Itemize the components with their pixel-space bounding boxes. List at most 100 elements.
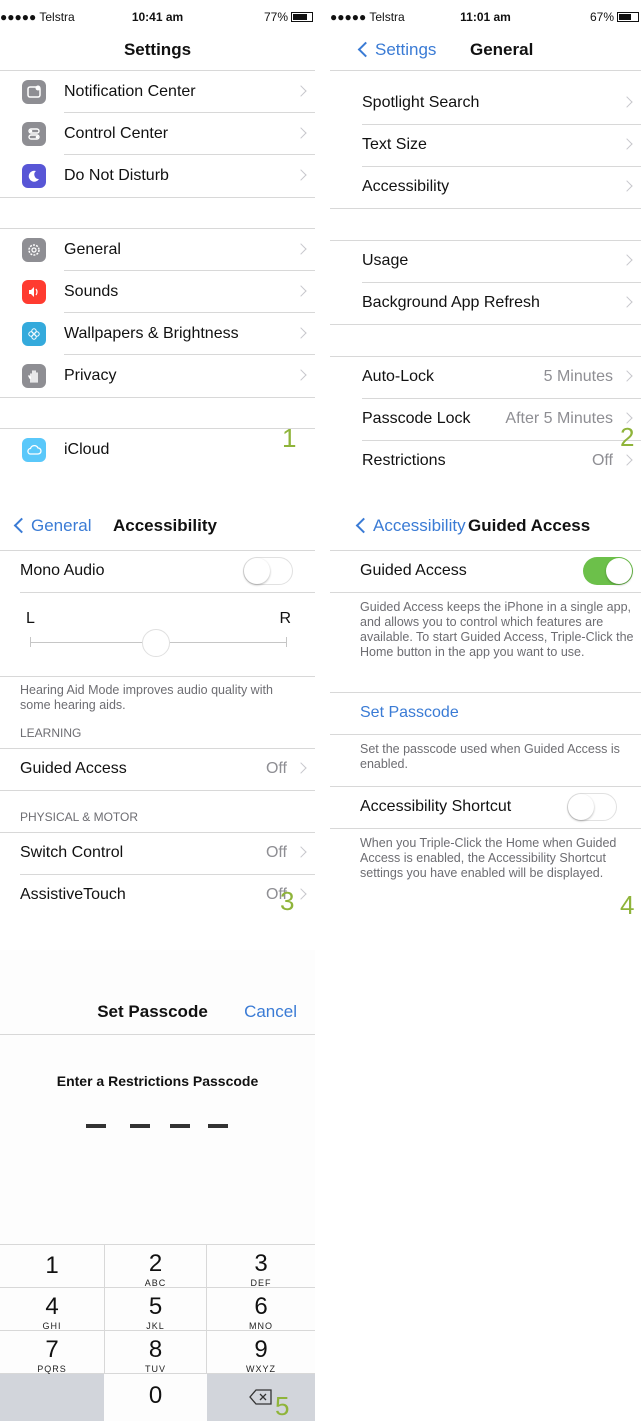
key-6[interactable]: 6 MNO [207, 1293, 315, 1331]
settings-row-sounds[interactable]: Sounds [0, 271, 315, 313]
settings-row-icloud[interactable]: iCloud [0, 429, 315, 471]
nav-bar: Settings [0, 40, 315, 64]
settings-row-wallpapers-brightness[interactable]: Wallpapers & Brightness [0, 313, 315, 355]
set-passcode-link[interactable]: Set Passcode [360, 704, 459, 722]
step-number: 4 [620, 890, 635, 918]
general-row-text-size[interactable]: Text Size [330, 124, 641, 166]
accessibility-row-guided-access[interactable]: Guided Access Off [0, 748, 315, 790]
key-1[interactable]: 1 [0, 1252, 104, 1280]
chevron-right-icon [295, 169, 307, 181]
chevron-right-icon [621, 254, 633, 266]
chevron-right-icon [295, 85, 307, 97]
battery-indicator: 67% [590, 10, 639, 24]
chevron-right-icon [295, 888, 307, 900]
back-button[interactable]: Accessibility [355, 516, 466, 536]
key-letters: JKL [146, 1321, 165, 1331]
row-label: Passcode Lock [362, 410, 471, 427]
passcode-digit-slot [130, 1124, 150, 1128]
hand-icon [22, 364, 46, 388]
balance-right-label: R [279, 610, 291, 627]
row-label: Text Size [362, 136, 427, 153]
guided-access-row: Guided Access [330, 550, 641, 592]
accessibility-shortcut-row: Accessibility Shortcut [330, 786, 641, 828]
general-row-spotlight-search[interactable]: Spotlight Search [330, 82, 641, 124]
key-digit: 8 [148, 1336, 163, 1363]
key-digit: 5 [148, 1293, 163, 1320]
general-row-restrictions[interactable]: Restrictions Off [330, 440, 641, 472]
set-passcode-screen: Set Passcode Cancel Enter a Restrictions… [0, 950, 315, 1421]
set-passcode-footer: Set the passcode used when Guided Access… [360, 742, 620, 771]
chevron-left-icon [13, 517, 30, 534]
divider [330, 208, 641, 209]
general-row-usage[interactable]: Usage [330, 240, 641, 282]
accessibility-shortcut-footer: When you Triple-Click the Home when Guid… [360, 836, 617, 880]
key-digit: 3 [254, 1250, 268, 1277]
page-title: General [470, 40, 534, 59]
battery-indicator: 77% [264, 10, 313, 24]
row-label: Guided Access [20, 760, 127, 777]
key-digit: 6 [254, 1293, 268, 1320]
status-bar: ●●●●● Telstra 11:01 am 67% [330, 10, 641, 26]
general-row-auto-lock[interactable]: Auto-Lock 5 Minutes [330, 356, 641, 398]
row-label: Control Center [64, 125, 169, 142]
set-passcode-row[interactable]: Set Passcode [330, 692, 641, 734]
settings-row-control-center[interactable]: Control Center [0, 113, 315, 155]
toggle-knob [606, 558, 632, 584]
guided-access-screen: Accessibility Guided Access Guided Acces… [330, 496, 641, 918]
settings-row-notification-center[interactable]: Notification Center [0, 71, 315, 113]
key-0[interactable]: 0 [105, 1382, 206, 1410]
control-center-icon [22, 122, 46, 146]
key-5[interactable]: 5 JKL [105, 1293, 206, 1331]
general-row-passcode-lock[interactable]: Passcode Lock After 5 Minutes [330, 398, 641, 440]
divider [0, 676, 315, 677]
divider [0, 790, 315, 791]
chevron-left-icon [355, 517, 372, 534]
settings-row-do-not-disturb[interactable]: Do Not Disturb [0, 155, 315, 197]
key-3[interactable]: 3 DEF [207, 1250, 315, 1288]
slider-tick [30, 637, 31, 647]
settings-row-privacy[interactable]: Privacy [0, 355, 315, 397]
back-button[interactable]: General [13, 516, 91, 536]
key-letters: GHI [42, 1321, 62, 1331]
chevron-right-icon [295, 327, 307, 339]
general-row-background-app-refresh[interactable]: Background App Refresh [330, 282, 641, 324]
divider [330, 592, 641, 593]
key-digit: 1 [45, 1252, 59, 1279]
accessibility-row-switch-control[interactable]: Switch Control Off [0, 832, 315, 874]
delete-key[interactable] [207, 1374, 315, 1421]
key-digit: 2 [148, 1250, 163, 1277]
number-keypad: 1 2 ABC 3 DEF 4 GHI 5 JKL 6 MNO 7 PQRS 8 TUV 9W… [0, 1244, 315, 1421]
mono-audio-toggle[interactable] [243, 557, 293, 585]
keypad-blank-key [0, 1374, 104, 1421]
key-7[interactable]: 7 PQRS [0, 1336, 104, 1374]
key-9[interactable]: 9 WXYZ [207, 1336, 315, 1374]
row-label: Accessibility [362, 178, 450, 195]
key-2[interactable]: 2 ABC [105, 1250, 206, 1288]
back-button[interactable]: Settings [357, 40, 436, 60]
row-label: Sounds [64, 283, 119, 300]
row-label: Notification Center [64, 83, 196, 100]
general-row-accessibility[interactable]: Accessibility [330, 166, 641, 208]
battery-fill [619, 14, 631, 20]
backspace-icon [249, 1389, 272, 1405]
speaker-icon [22, 280, 46, 304]
row-value: Off [591, 452, 613, 469]
step-number: 1 [282, 423, 297, 453]
settings-row-general[interactable]: General [0, 229, 315, 271]
row-label: Switch Control [20, 844, 124, 861]
guided-access-toggle[interactable] [583, 557, 633, 585]
accessibility-shortcut-toggle[interactable] [567, 793, 617, 821]
row-value: After 5 Minutes [505, 410, 613, 427]
accessibility-row-assistivetouch[interactable]: AssistiveTouch Off [0, 874, 315, 916]
battery-icon [291, 12, 313, 22]
cancel-button[interactable]: Cancel [244, 1002, 297, 1022]
row-value: 5 Minutes [543, 368, 613, 385]
key-4[interactable]: 4 GHI [0, 1293, 104, 1331]
key-8[interactable]: 8 TUV [105, 1336, 206, 1374]
chevron-right-icon [295, 762, 307, 774]
key-letters: DEF [250, 1278, 272, 1288]
balance-slider-thumb[interactable] [142, 629, 170, 657]
battery-icon [617, 12, 639, 22]
toggle-knob [244, 558, 270, 584]
chevron-right-icon [621, 454, 633, 466]
